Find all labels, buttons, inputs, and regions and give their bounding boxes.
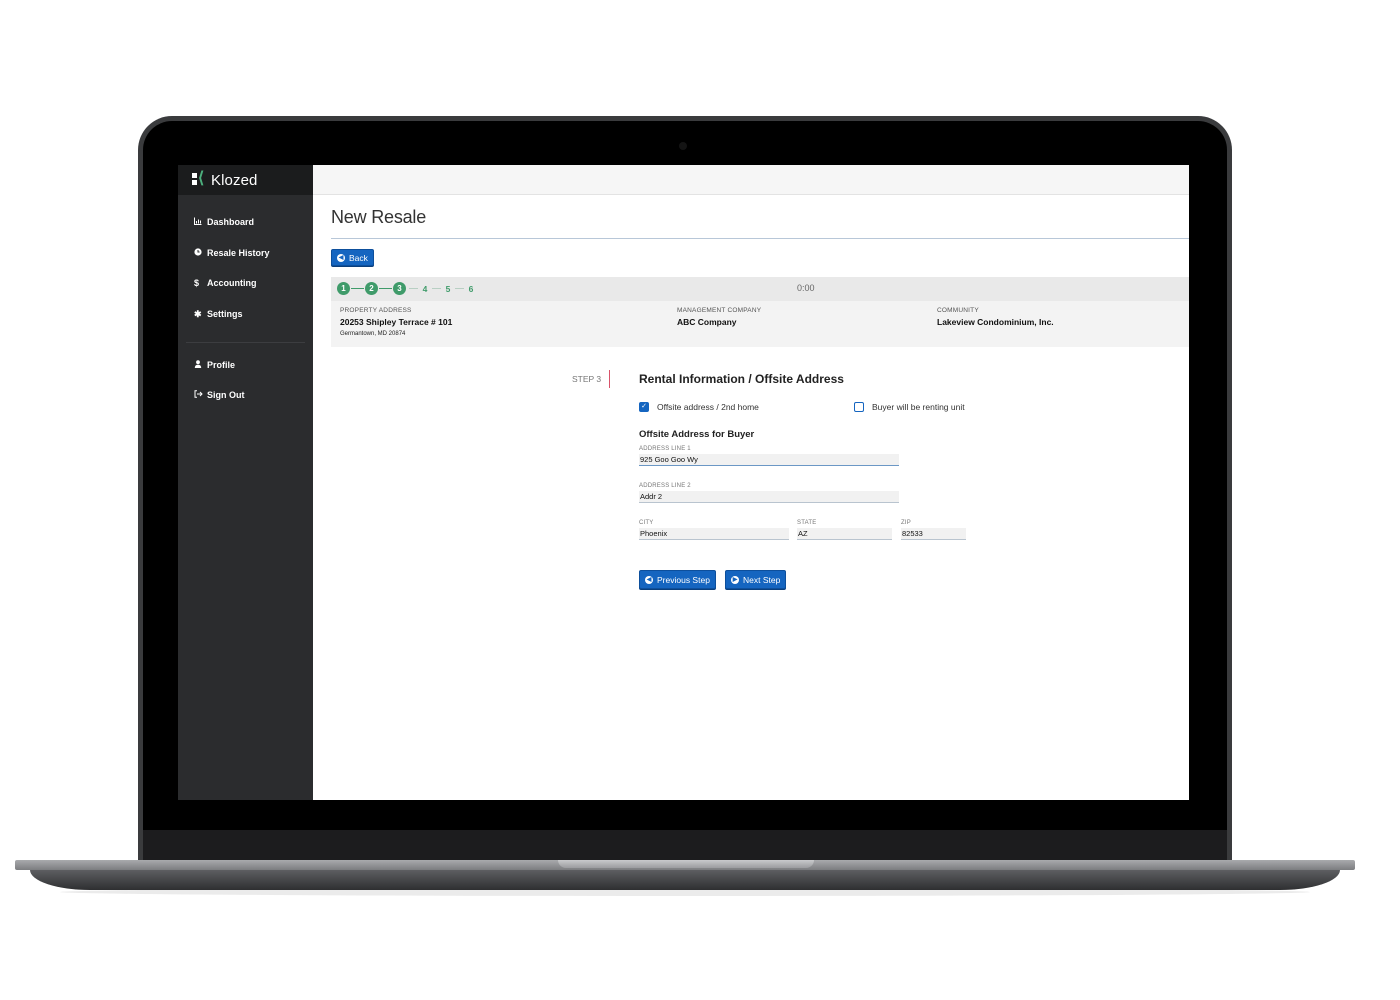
city-field: CITY Phoenix <box>639 520 789 540</box>
sidebar-item-sign-out[interactable]: Sign Out <box>178 380 313 411</box>
property-address-info: PROPERTY ADDRESS 20253 Shipley Terrace #… <box>340 307 452 337</box>
laptop-chin <box>143 830 1227 860</box>
sidebar-item-label: Settings <box>207 309 243 320</box>
zip-label: ZIP <box>901 520 911 526</box>
step-1-done[interactable]: 1 <box>337 282 350 295</box>
sidebar-item-profile[interactable]: Profile <box>178 349 313 380</box>
previous-step-button[interactable]: ◀ Previous Step <box>639 570 716 589</box>
sign-out-icon <box>194 390 207 400</box>
community-info: COMMUNITY Lakeview Condominium, Inc. <box>937 307 1054 327</box>
state-field: STATE AZ <box>797 520 892 540</box>
sidebar-item-resale-history[interactable]: Resale History <box>178 238 313 269</box>
previous-step-label: Previous Step <box>657 574 710 585</box>
sidebar-item-dashboard[interactable]: Dashboard <box>178 207 313 238</box>
arrow-right-icon: ▶ <box>731 575 739 584</box>
progress-bar: 1 2 3 4 5 6 0:00 <box>331 277 1189 301</box>
arrow-left-icon: ◀ <box>645 575 653 584</box>
checkbox-checked-icon[interactable]: ✓ <box>639 402 649 412</box>
address-line-2-field: ADDRESS LINE 2 Addr 2 <box>639 483 899 503</box>
state-label: STATE <box>797 520 817 526</box>
zip-field: ZIP 82533 <box>901 520 966 540</box>
camera-icon <box>679 142 687 150</box>
sidebar-item-accounting[interactable]: $ Accounting <box>178 268 313 299</box>
management-company-info: MANAGEMENT COMPANY ABC Company <box>677 307 761 327</box>
resale-info-panel: PROPERTY ADDRESS 20253 Shipley Terrace #… <box>331 301 1189 347</box>
sidebar: ⟨ Klozed Dashboard Resale History $ Acco… <box>178 165 313 800</box>
sidebar-item-label: Sign Out <box>207 390 245 401</box>
step-marker <box>609 370 610 388</box>
back-button[interactable]: ◀ Back <box>331 249 374 266</box>
management-company-label: MANAGEMENT COMPANY <box>677 307 762 314</box>
laptop-base-bottom <box>30 870 1340 890</box>
step-label: STEP 3 <box>572 374 602 384</box>
buyer-renting-checkbox[interactable]: Buyer will be renting unit <box>854 402 965 412</box>
address-line-1-input[interactable]: 925 Goo Goo Wy <box>639 454 899 466</box>
back-button-label: Back <box>349 252 368 263</box>
next-step-button[interactable]: ▶ Next Step <box>725 570 787 589</box>
timer: 0:00 <box>797 283 815 293</box>
address-line-1-label: ADDRESS LINE 1 <box>639 446 691 452</box>
address-line-2-input[interactable]: Addr 2 <box>639 491 899 503</box>
sidebar-item-label: Resale History <box>207 247 270 258</box>
brand[interactable]: ⟨ Klozed <box>178 165 313 195</box>
page-title: New Resale <box>331 207 427 227</box>
step-indicator: 1 2 3 4 5 6 <box>337 282 475 295</box>
community-label: COMMUNITY <box>937 307 979 314</box>
sidebar-divider <box>186 342 305 344</box>
step-5: 5 <box>445 283 451 294</box>
address-line-2-label: ADDRESS LINE 2 <box>639 483 691 489</box>
city-label: CITY <box>639 520 654 526</box>
clock-icon <box>194 248 207 258</box>
offsite-address-checkbox[interactable]: ✓ Offsite address / 2nd home <box>639 402 759 412</box>
top-bar <box>313 165 1189 195</box>
step-2-done[interactable]: 2 <box>365 282 378 295</box>
step-4: 4 <box>422 283 428 294</box>
title-divider <box>331 238 1189 239</box>
offsite-address-subtitle: Offsite Address for Buyer <box>639 429 755 440</box>
checkbox-empty-icon[interactable] <box>854 402 864 412</box>
offsite-address-label: Offsite address / 2nd home <box>657 402 759 412</box>
sidebar-nav: Dashboard Resale History $ Accounting ✱ … <box>178 195 313 411</box>
step-3-done[interactable]: 3 <box>393 282 406 295</box>
user-icon <box>194 359 207 370</box>
management-company-value: ABC Company <box>677 317 737 327</box>
main-content: New Resale ◀ Back 1 2 3 4 5 6 0:00 PROPE… <box>313 165 1189 800</box>
zip-input[interactable]: 82533 <box>901 528 966 540</box>
buyer-renting-label: Buyer will be renting unit <box>872 402 965 412</box>
address-line-1-field: ADDRESS LINE 1 925 Goo Goo Wy <box>639 446 899 466</box>
sidebar-item-label: Profile <box>207 359 236 370</box>
brand-name: Klozed <box>211 171 258 189</box>
app-screen: ⟨ Klozed Dashboard Resale History $ Acco… <box>178 165 1189 800</box>
property-address-value: 20253 Shipley Terrace # 101 <box>340 317 453 327</box>
state-input[interactable]: AZ <box>797 528 892 540</box>
sidebar-item-label: Dashboard <box>207 217 255 228</box>
sidebar-item-settings[interactable]: ✱ Settings <box>178 299 313 330</box>
gear-icon: ✱ <box>194 308 202 319</box>
community-value: Lakeview Condominium, Inc. <box>937 317 1054 327</box>
sidebar-item-label: Accounting <box>207 278 257 289</box>
klozed-logo-icon: ⟨ <box>192 170 208 187</box>
city-input[interactable]: Phoenix <box>639 528 789 540</box>
step-6: 6 <box>468 283 474 294</box>
property-address-city: Germantown, MD 20874 <box>340 331 406 337</box>
property-address-label: PROPERTY ADDRESS <box>340 307 412 314</box>
arrow-left-icon: ◀ <box>337 253 345 262</box>
next-step-label: Next Step <box>743 574 781 585</box>
section-title: Rental Information / Offsite Address <box>639 372 844 386</box>
chart-icon <box>194 217 207 227</box>
dollar-icon: $ <box>194 278 200 289</box>
laptop-notch <box>558 860 814 868</box>
